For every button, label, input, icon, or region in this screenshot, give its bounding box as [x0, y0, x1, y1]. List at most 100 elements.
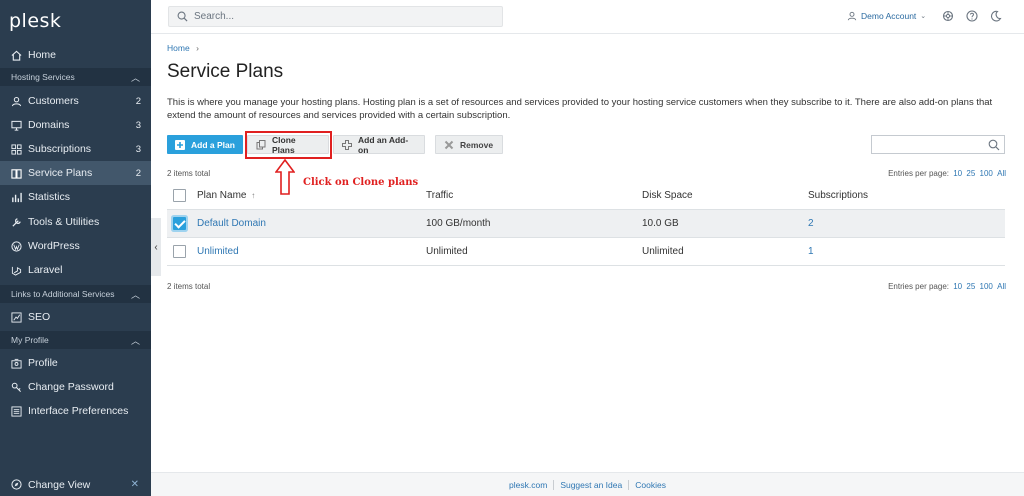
sidebar-item-tools-utilities[interactable]: Tools & Utilities [0, 210, 151, 234]
bar-chart-icon [11, 192, 22, 203]
sidebar-item-change-password[interactable]: Change Password [0, 375, 151, 399]
wordpress-icon [11, 240, 22, 252]
grid-icon [11, 143, 22, 155]
sidebar-item-label: Interface Preferences [28, 405, 129, 417]
chevron-left-icon: ‹ [154, 241, 158, 253]
profile-icon [11, 358, 22, 369]
per-page-all[interactable]: All [997, 282, 1006, 291]
chevron-up-icon[interactable]: ︿ [131, 288, 140, 301]
column-disk-space[interactable]: Disk Space [642, 190, 693, 201]
subscriptions-count-link[interactable]: 1 [808, 246, 814, 257]
sidebar-item-label: Profile [28, 357, 58, 369]
sidebar-item-label: Home [28, 49, 57, 61]
row-checkbox[interactable] [173, 245, 186, 258]
footer-divider [628, 479, 630, 490]
sidebar-item-domains[interactable]: Domains 3 [0, 113, 151, 137]
section-my-profile[interactable]: My Profile ︿ [0, 331, 151, 349]
sidebar-item-service-plans[interactable]: Service Plans 2 [0, 161, 151, 185]
column-subscriptions[interactable]: Subscriptions [808, 190, 868, 201]
table-row[interactable]: Unlimited Unlimited Unlimited 1 [167, 238, 1005, 266]
subscriptions-count-link[interactable]: 2 [808, 218, 814, 229]
chevron-up-icon[interactable]: ︿ [131, 71, 140, 84]
close-icon[interactable]: ✕ [131, 479, 139, 490]
sidebar-item-interface-preferences[interactable]: Interface Preferences [0, 399, 151, 423]
section-hosting-services[interactable]: Hosting Services ︿ [0, 68, 151, 86]
per-page-all[interactable]: All [997, 169, 1006, 178]
chevron-right-icon: › [196, 43, 199, 53]
search-input[interactable]: Search... [168, 6, 503, 27]
table-header: Plan Name ↑ Traffic Disk Space Subscript… [167, 182, 1005, 210]
plesk-logo[interactable]: plesk [9, 10, 61, 32]
search-icon [177, 11, 188, 22]
count-badge: 3 [135, 143, 141, 155]
section-links-additional-services[interactable]: Links to Additional Services ︿ [0, 285, 151, 303]
user-icon [847, 11, 857, 21]
footer-divider [553, 479, 555, 490]
per-page-25[interactable]: 25 [966, 282, 975, 291]
sidebar-collapse-toggle[interactable]: ‹ [151, 218, 161, 276]
per-page-100[interactable]: 100 [980, 169, 993, 178]
add-addon-icon [342, 139, 352, 150]
remove-button[interactable]: Remove [435, 135, 503, 154]
row-checkbox[interactable] [173, 217, 186, 230]
sidebar-item-subscriptions[interactable]: Subscriptions 3 [0, 137, 151, 161]
plan-name-link[interactable]: Unlimited [197, 246, 239, 257]
entries-per-page: Entries per page: 10 25 100 All [888, 282, 1006, 291]
count-badge: 2 [135, 167, 141, 179]
table-row[interactable]: Default Domain 100 GB/month 10.0 GB 2 [167, 210, 1005, 238]
sidebar-item-label: Customers [28, 95, 79, 107]
column-plan-name[interactable]: Plan Name ↑ [197, 190, 255, 201]
entries-per-page: Entries per page: 10 25 100 All [888, 169, 1006, 178]
count-badge: 2 [135, 95, 141, 107]
tools-icon [11, 217, 22, 228]
page-description: This is where you manage your hosting pl… [167, 97, 993, 121]
per-page-10[interactable]: 10 [953, 282, 962, 291]
sidebar-item-label: Change Password [28, 381, 114, 393]
chevron-down-icon: ⌄ [920, 13, 927, 20]
sidebar-item-profile[interactable]: Profile [0, 351, 151, 375]
sidebar: plesk Home Hosting Services ︿ Customers … [0, 0, 151, 496]
footer-link-plesk[interactable]: plesk.com [509, 480, 547, 490]
count-badge: 3 [135, 119, 141, 131]
items-total: 2 items total [167, 169, 211, 178]
help-icon[interactable] [966, 10, 978, 22]
traffic-value: Unlimited [426, 246, 468, 257]
add-plan-button[interactable]: Add a Plan [167, 135, 243, 154]
per-page-100[interactable]: 100 [980, 282, 993, 291]
footer-link-suggest-idea[interactable]: Suggest an Idea [560, 480, 622, 490]
dark-mode-icon[interactable] [990, 10, 1002, 22]
plan-name-link[interactable]: Default Domain [197, 218, 266, 229]
list-search-input[interactable] [871, 135, 1005, 154]
sidebar-item-statistics[interactable]: Statistics [0, 185, 151, 209]
select-all-checkbox[interactable] [173, 189, 186, 202]
laravel-icon [11, 265, 22, 276]
sidebar-item-seo[interactable]: SEO [0, 305, 151, 329]
sidebar-item-label: Statistics [28, 191, 71, 203]
breadcrumb[interactable]: Home › [167, 43, 199, 53]
page-title: Service Plans [167, 61, 284, 82]
remove-icon [444, 140, 454, 150]
per-page-25[interactable]: 25 [966, 169, 975, 178]
sidebar-item-customers[interactable]: Customers 2 [0, 89, 151, 113]
search-placeholder: Search... [194, 11, 235, 22]
top-bar: Search... Demo Account ⌄ [151, 0, 1024, 34]
footer-link-cookies[interactable]: Cookies [635, 480, 666, 490]
sidebar-item-label: Service Plans [28, 167, 93, 179]
footer: plesk.com Suggest an Idea Cookies [151, 472, 1024, 496]
account-menu[interactable]: Demo Account ⌄ [847, 11, 926, 21]
sidebar-item-label: SEO [28, 311, 51, 323]
change-view-button[interactable]: Change View ✕ [0, 473, 151, 496]
column-traffic[interactable]: Traffic [426, 190, 453, 201]
sidebar-item-home[interactable]: Home [0, 43, 151, 67]
sidebar-item-wordpress[interactable]: WordPress [0, 234, 151, 258]
sidebar-item-laravel[interactable]: Laravel [0, 258, 151, 282]
per-page-10[interactable]: 10 [953, 169, 962, 178]
add-addon-button[interactable]: Add an Add-on [333, 135, 425, 155]
sidebar-item-label: Tools & Utilities [28, 216, 100, 228]
chevron-up-icon[interactable]: ︿ [131, 334, 140, 347]
annotation-highlight-box [245, 131, 332, 159]
sort-arrow-icon: ↑ [251, 191, 256, 200]
disk-space-value: 10.0 GB [642, 218, 679, 229]
breadcrumb-home-link[interactable]: Home [167, 43, 190, 53]
extensions-icon[interactable] [942, 10, 954, 22]
